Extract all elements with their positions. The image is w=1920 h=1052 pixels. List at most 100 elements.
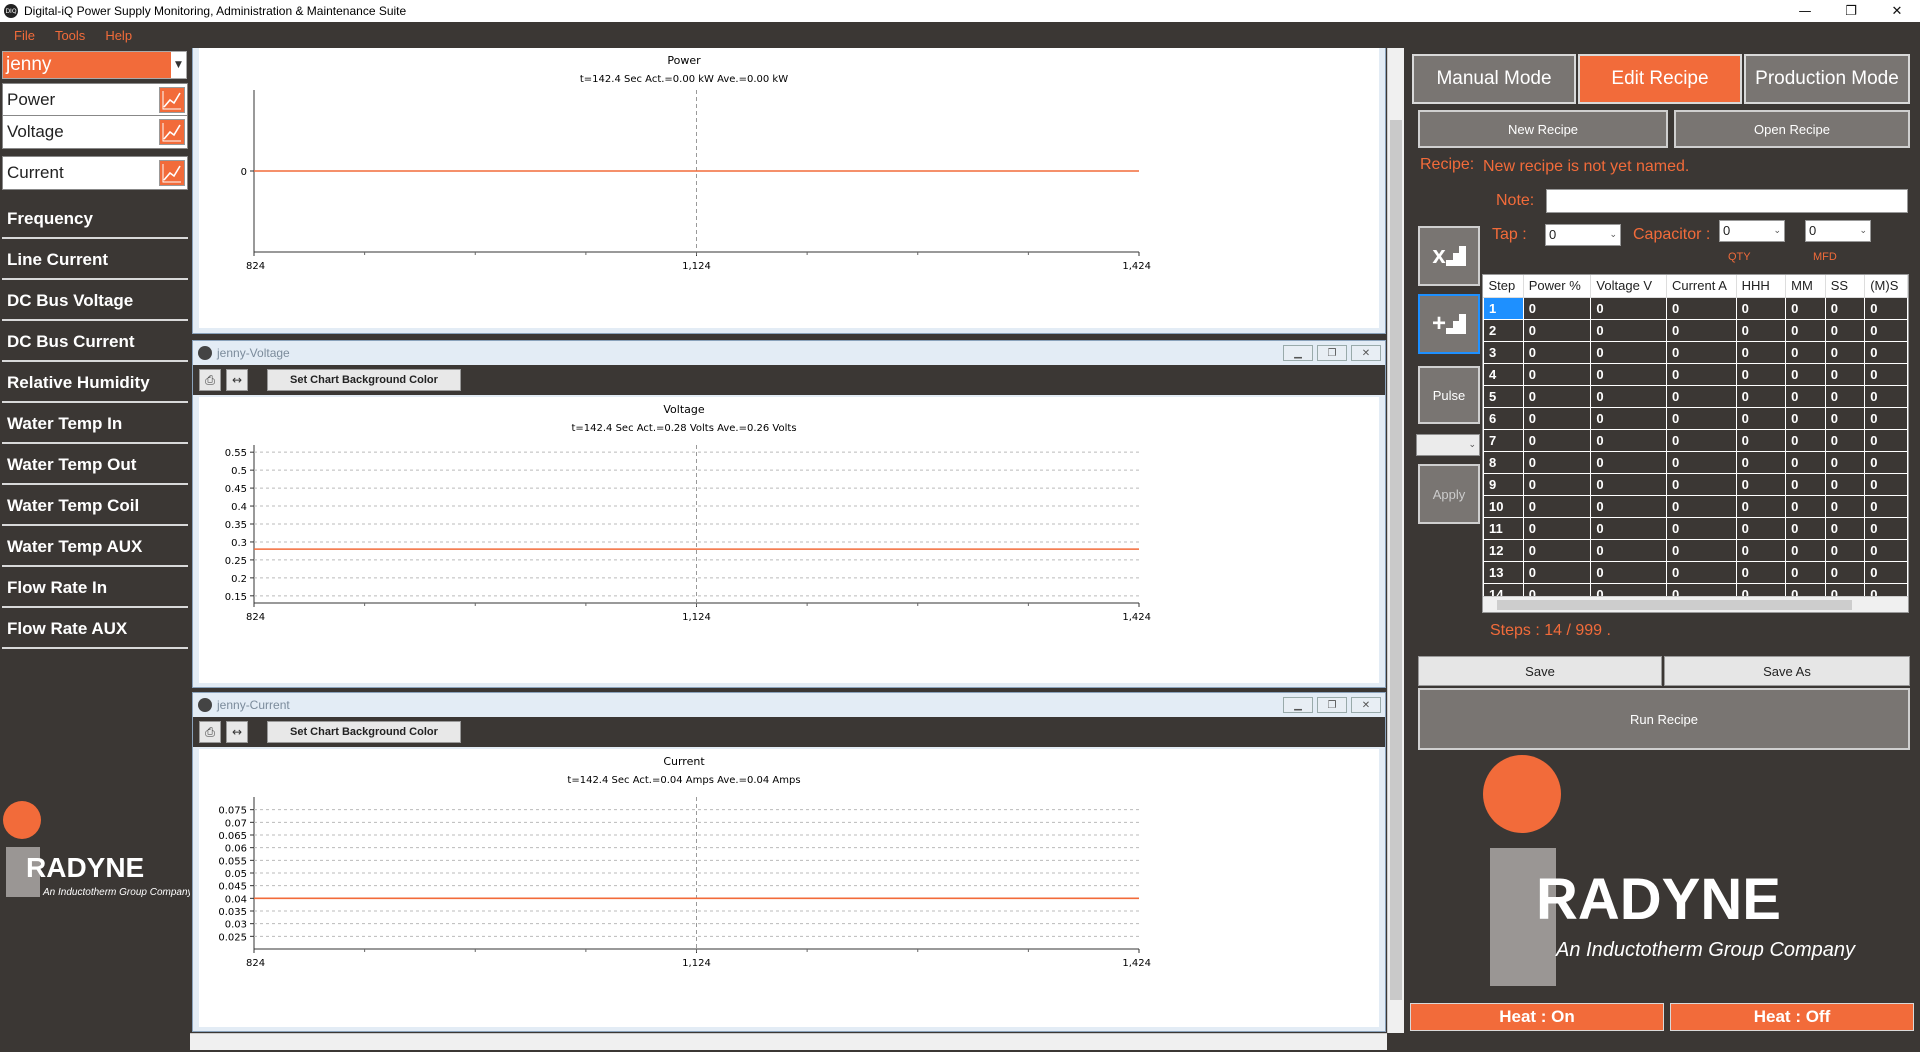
print-icon[interactable]: ⎙	[199, 369, 221, 391]
steps-table[interactable]: Step Power % Voltage V Current A HHH MM …	[1482, 274, 1909, 613]
line-chart-icon[interactable]	[159, 87, 185, 113]
table-cell[interactable]: 0	[1590, 428, 1667, 452]
save-as-button[interactable]: Save As	[1664, 656, 1910, 686]
table-cell[interactable]: 0	[1735, 406, 1787, 430]
user-dropdown[interactable]: jenny ▼	[2, 51, 187, 79]
table-cell[interactable]: 0	[1785, 450, 1826, 474]
table-cell[interactable]: 0	[1590, 296, 1667, 320]
step-number-cell[interactable]: 11	[1483, 516, 1524, 540]
table-cell[interactable]: 0	[1735, 450, 1787, 474]
step-number-cell[interactable]: 8	[1483, 450, 1524, 474]
table-row[interactable]: 12 0 0 0 0 0 0 0	[1483, 538, 1908, 562]
table-cell[interactable]: 0	[1735, 538, 1787, 562]
set-chart-background-button[interactable]: Set Chart Background Color	[267, 369, 461, 391]
table-cell[interactable]: 0	[1522, 428, 1592, 452]
table-cell[interactable]: 0	[1590, 406, 1667, 430]
close-button[interactable]: ✕	[1874, 0, 1920, 22]
table-cell[interactable]: 0	[1864, 384, 1908, 408]
note-input[interactable]	[1546, 189, 1908, 213]
table-cell[interactable]: 0	[1824, 340, 1866, 364]
sidebar-item-dc-bus-voltage[interactable]: DC Bus Voltage	[2, 282, 188, 321]
table-cell[interactable]: 0	[1864, 318, 1908, 342]
step-number-cell[interactable]: 4	[1483, 362, 1524, 386]
table-cell[interactable]: 0	[1864, 428, 1908, 452]
table-cell[interactable]: 0	[1785, 494, 1826, 518]
column-header[interactable]: Voltage V	[1590, 275, 1667, 298]
maximize-button[interactable]: ❐	[1828, 0, 1874, 22]
step-number-cell[interactable]: 3	[1483, 340, 1524, 364]
fit-width-icon[interactable]: ↔	[226, 721, 248, 743]
sidebar-item-current[interactable]: Current	[2, 156, 188, 190]
table-cell[interactable]: 0	[1735, 318, 1787, 342]
apply-button[interactable]: Apply	[1418, 464, 1480, 524]
table-cell[interactable]: 0	[1665, 494, 1737, 518]
tab-edit-recipe[interactable]: Edit Recipe	[1578, 54, 1742, 104]
table-row[interactable]: 50000000	[1483, 384, 1908, 408]
minimize-icon[interactable]: ▁	[1283, 345, 1313, 361]
table-cell[interactable]: 0	[1824, 384, 1866, 408]
horizontal-scrollbar[interactable]	[190, 1033, 1387, 1050]
table-cell[interactable]: 0	[1665, 450, 1737, 474]
table-cell[interactable]: 0	[1785, 318, 1826, 342]
sidebar-item-water-temp-aux[interactable]: Water Temp AUX	[2, 528, 188, 567]
table-cell[interactable]: 0	[1785, 516, 1826, 540]
menu-file[interactable]: File	[14, 28, 35, 43]
table-cell[interactable]: 0	[1864, 472, 1908, 496]
step-number-cell[interactable]: 1	[1483, 296, 1524, 320]
tab-production-mode[interactable]: Production Mode	[1744, 54, 1910, 104]
minimize-button[interactable]: —	[1782, 0, 1828, 22]
table-cell[interactable]: 0	[1590, 340, 1667, 364]
table-cell[interactable]: 0	[1665, 560, 1737, 584]
sidebar-item-dc-bus-current[interactable]: DC Bus Current	[2, 323, 188, 362]
table-cell[interactable]: 0	[1665, 516, 1737, 540]
print-icon[interactable]: ⎙	[199, 721, 221, 743]
table-cell[interactable]: 0	[1522, 406, 1592, 430]
table-cell[interactable]: 0	[1824, 362, 1866, 386]
restore-icon[interactable]: ❐	[1317, 697, 1347, 713]
table-cell[interactable]: 0	[1522, 362, 1592, 386]
sidebar-item-water-temp-coil[interactable]: Water Temp Coil	[2, 487, 188, 526]
table-cell[interactable]: 0	[1735, 296, 1787, 320]
step-number-cell[interactable]: 5	[1483, 384, 1524, 408]
fit-width-icon[interactable]: ↔	[226, 369, 248, 391]
save-button[interactable]: Save	[1418, 656, 1662, 686]
table-cell[interactable]: 0	[1824, 472, 1866, 496]
sidebar-item-flow-rate-aux[interactable]: Flow Rate AUX	[2, 610, 188, 649]
table-cell[interactable]: 0	[1735, 516, 1787, 540]
table-cell[interactable]: 0	[1522, 450, 1592, 474]
table-cell[interactable]: 0	[1824, 560, 1866, 584]
tab-manual-mode[interactable]: Manual Mode	[1412, 54, 1576, 104]
table-cell[interactable]: 0	[1785, 428, 1826, 452]
table-cell[interactable]: 0	[1665, 406, 1737, 430]
close-icon[interactable]: ✕	[1351, 345, 1381, 361]
table-cell[interactable]: 0	[1522, 560, 1592, 584]
table-cell[interactable]: 0	[1735, 472, 1787, 496]
table-cell[interactable]: 0	[1735, 494, 1787, 518]
step-number-cell[interactable]: 7	[1483, 428, 1524, 452]
table-cell[interactable]: 0	[1522, 516, 1592, 540]
table-cell[interactable]: 0	[1824, 538, 1866, 562]
scrollbar-thumb[interactable]	[1497, 600, 1852, 610]
menu-tools[interactable]: Tools	[55, 28, 85, 43]
table-row[interactable]: 20000000	[1483, 318, 1908, 342]
step-number-cell[interactable]: 9	[1483, 472, 1524, 496]
table-cell[interactable]: 0	[1590, 516, 1667, 540]
open-recipe-button[interactable]: Open Recipe	[1674, 110, 1910, 148]
table-cell[interactable]: 0	[1735, 362, 1787, 386]
column-header[interactable]: (M)S	[1864, 275, 1908, 298]
sidebar-item-flow-rate-in[interactable]: Flow Rate In	[2, 569, 188, 608]
table-cell[interactable]: 0	[1590, 362, 1667, 386]
vertical-scrollbar[interactable]	[1387, 48, 1404, 1033]
table-cell[interactable]: 0	[1522, 538, 1592, 562]
table-cell[interactable]: 0	[1824, 494, 1866, 518]
table-row[interactable]: 10000000	[1483, 296, 1908, 320]
table-cell[interactable]: 0	[1590, 494, 1667, 518]
table-row[interactable]: 40000000	[1483, 362, 1908, 386]
table-cell[interactable]: 0	[1522, 296, 1592, 320]
pulse-dropdown[interactable]: ⌄	[1416, 434, 1480, 456]
delete-step-button[interactable]: x	[1418, 226, 1480, 286]
table-horizontal-scrollbar[interactable]	[1483, 596, 1908, 612]
sidebar-item-frequency[interactable]: Frequency	[2, 200, 188, 239]
table-row[interactable]: 10 0 0 0 0 0 0 0	[1483, 494, 1908, 518]
table-cell[interactable]: 0	[1785, 560, 1826, 584]
